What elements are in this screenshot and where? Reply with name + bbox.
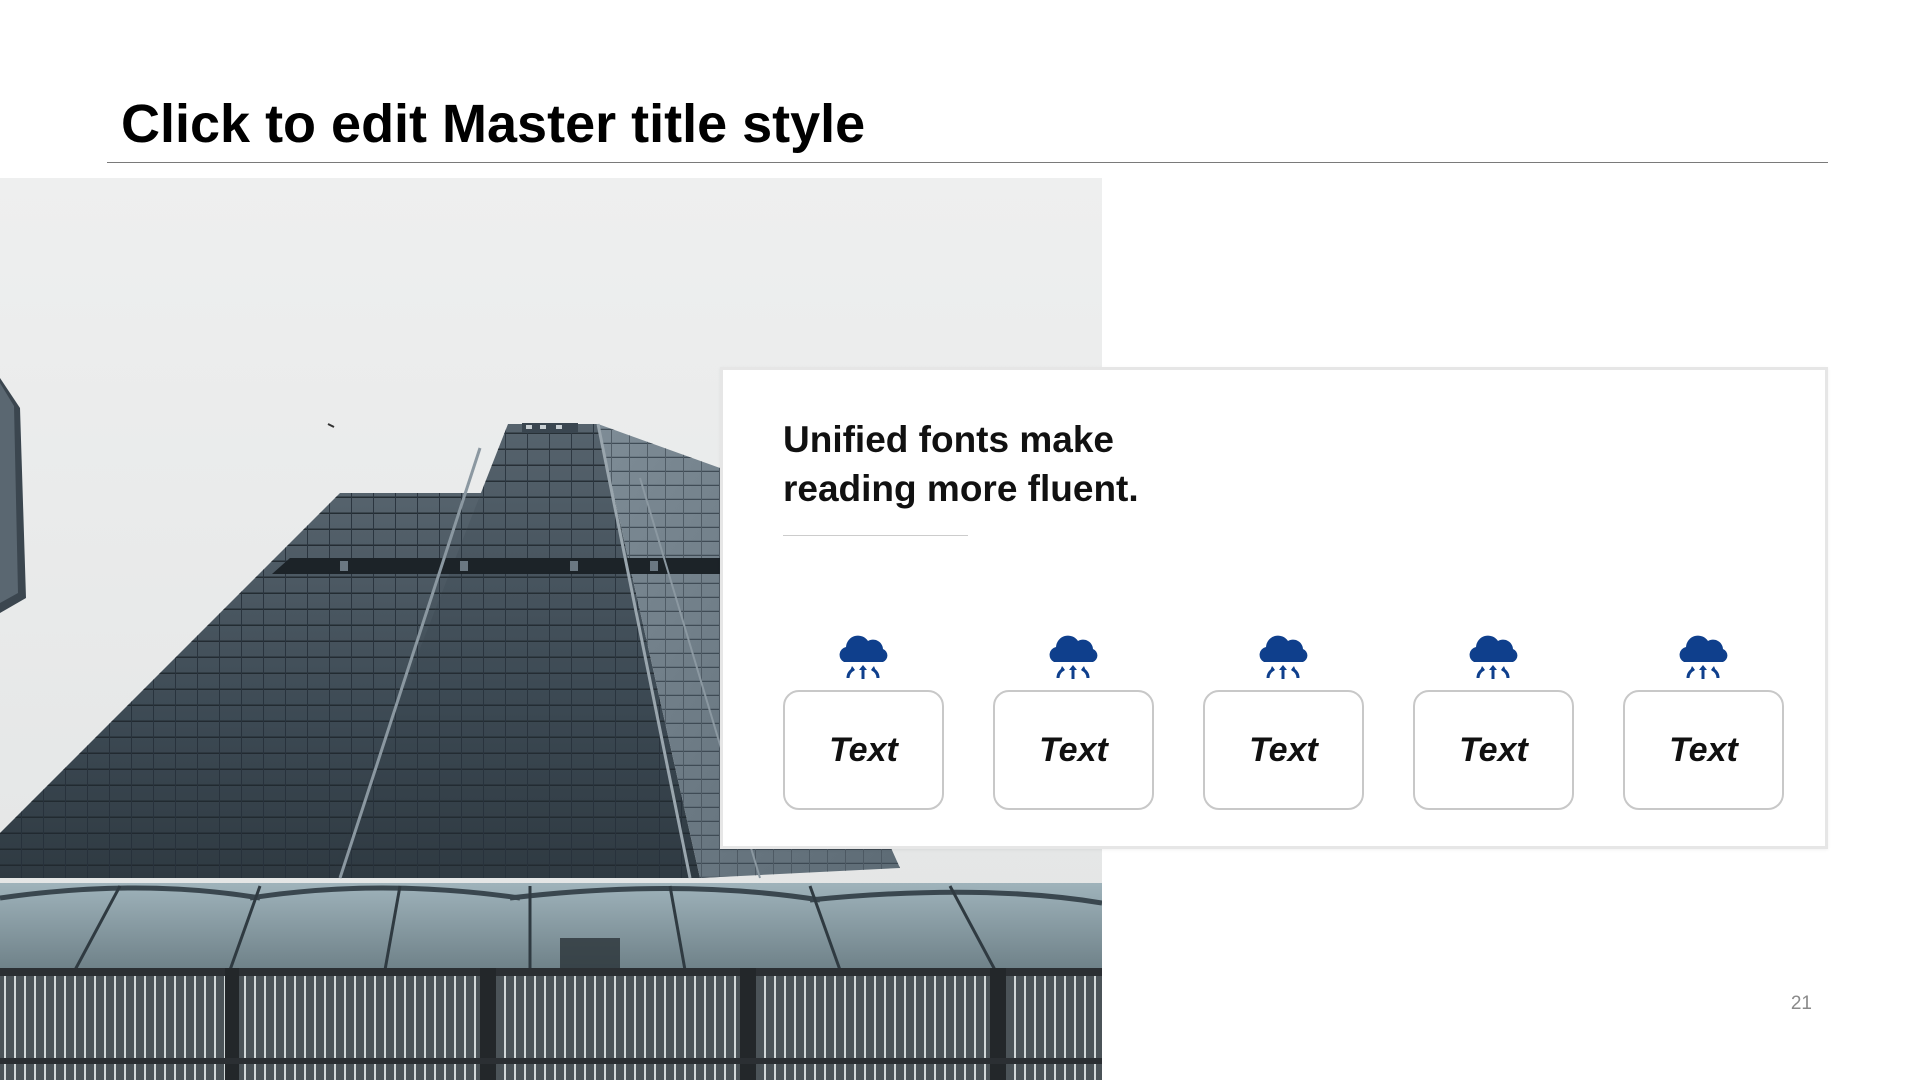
item-label: Text [1249,730,1318,769]
cloud-transfer-icon [1259,635,1308,679]
cloud-transfer-icon [1469,635,1518,679]
item-3[interactable]: Text [1203,632,1364,812]
item-label: Text [1669,730,1738,769]
item-1[interactable]: Text [783,632,944,812]
item-box[interactable]: Text [783,690,944,810]
page-number: 21 [1790,993,1812,1014]
item-label: Text [1039,730,1108,769]
cloud-transfer-icon [839,635,888,679]
item-4[interactable]: Text [1413,632,1574,812]
card-heading: Unified fonts make reading more fluent. [783,419,1139,509]
content-card: Unified fonts make reading more fluent. … [720,367,1828,849]
cloud-transfer-icon [1679,635,1728,679]
item-label: Text [1459,730,1528,769]
item-box[interactable]: Text [1203,690,1364,810]
slide-title: Click to edit Master title style [121,94,866,154]
item-5[interactable]: Text [1623,632,1784,812]
cloud-transfer-icon [1049,635,1098,679]
item-box[interactable]: Text [1623,690,1784,810]
card-divider [783,535,968,536]
title-divider [107,162,1828,163]
item-label: Text [829,730,898,769]
item-box[interactable]: Text [1413,690,1574,810]
item-box[interactable]: Text [993,690,1154,810]
item-row: Text Text Text Text Text [783,632,1784,812]
item-2[interactable]: Text [993,632,1154,812]
